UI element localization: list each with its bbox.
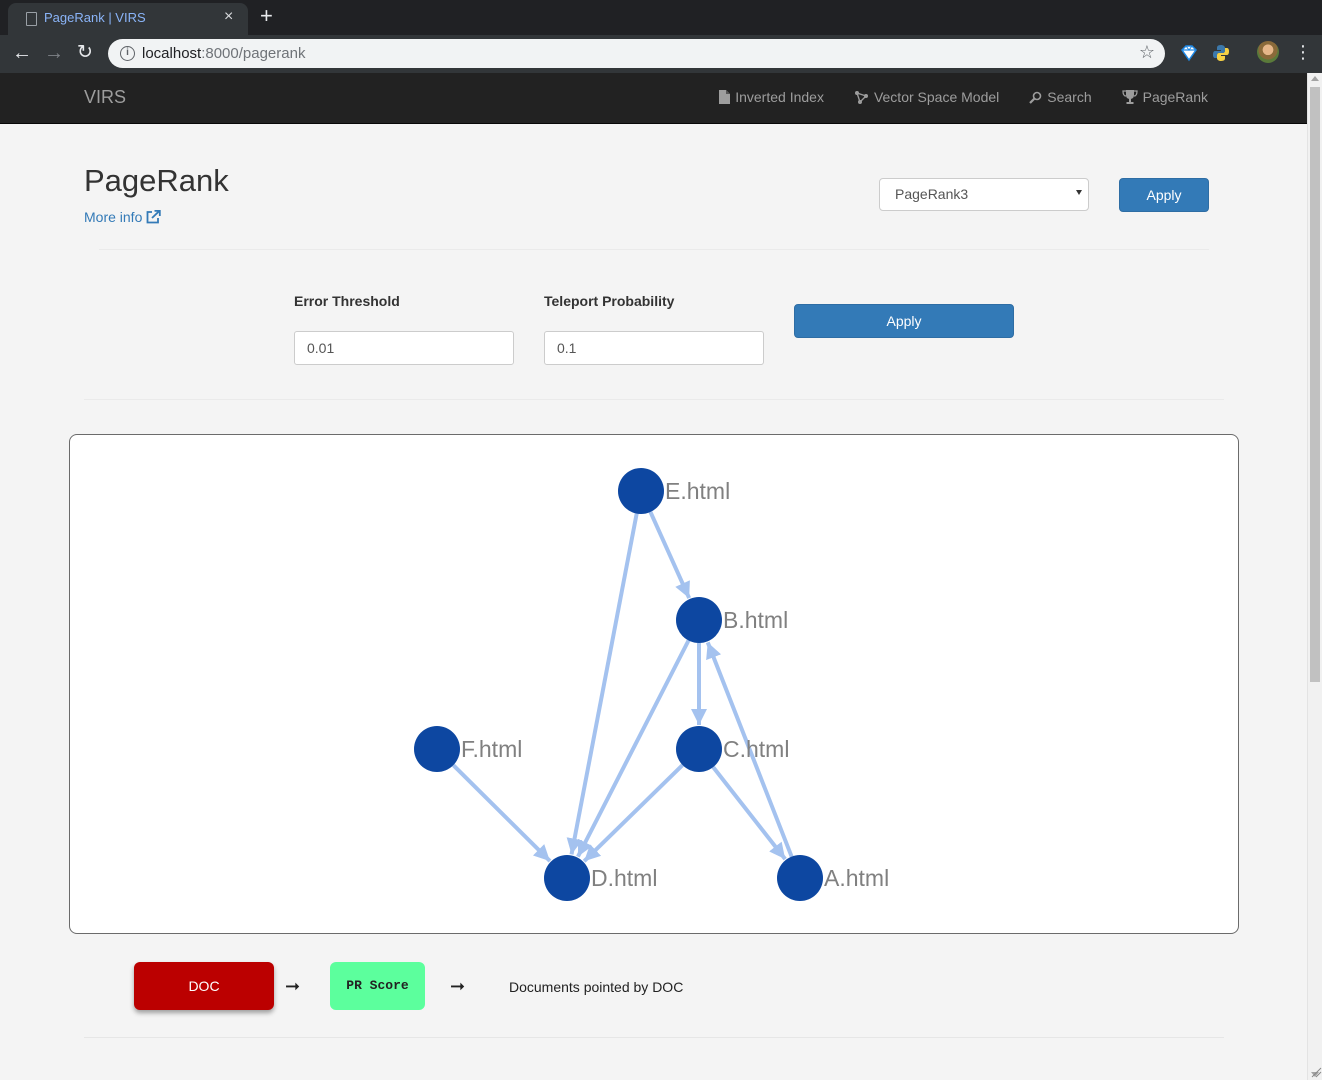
graph-node-E[interactable] [618,468,664,514]
graph-node-label-F: F.html [461,736,522,762]
brand-logo[interactable]: VIRS [84,87,126,108]
teleport-probability-label: Teleport Probability [544,293,675,309]
trophy-icon [1121,90,1138,104]
arrow-right-icon: ➞ [450,976,466,996]
page-scrollbar[interactable] [1307,73,1322,1080]
file-icon [719,90,731,104]
address-bar[interactable]: i localhost:8000/pagerank ☆ [108,39,1165,68]
graph-edge-E-B [648,511,691,599]
scroll-up-arrow-icon[interactable] [1311,76,1319,81]
nav-vector-space-model[interactable]: Vector Space Model [854,89,999,105]
legend-description: Documents pointed by DOC [509,979,684,995]
site-info-icon[interactable]: i [120,46,135,61]
external-link-icon [146,210,162,224]
graph-node-label-C: C.html [723,736,789,762]
page-favicon-icon [26,12,37,26]
resize-grip-icon[interactable] [1310,1066,1322,1078]
apply-parameters-button[interactable]: Apply [794,304,1014,338]
apply-algorithm-button[interactable]: Apply [1119,178,1209,212]
page-title: PageRank [84,163,229,198]
algorithm-select[interactable]: PageRank3 [879,178,1089,211]
teleport-probability-input[interactable]: 0.1 [544,331,764,365]
algorithm-select-value: PageRank3 [895,186,969,202]
pagerank-graph-panel[interactable]: E.html B.html F.html C.html D.html A.html [69,434,1239,934]
more-info-label: More info [84,209,143,225]
tab-close-icon[interactable]: × [224,8,233,26]
graph-edge-B-D [576,639,691,858]
url-text[interactable]: localhost:8000/pagerank [142,45,305,62]
nav-vector-space-model-label: Vector Space Model [873,89,1000,105]
back-button[interactable]: ← [12,41,32,65]
graph-node-F[interactable] [414,726,460,772]
error-threshold-label: Error Threshold [294,293,400,309]
select-caret-icon [1076,190,1082,195]
graph-node-label-D: D.html [591,865,657,891]
divider [84,399,1224,400]
browser-tab-strip: PageRank | VIRS × + [0,0,1322,35]
legend-pr-score: PR Score [330,962,425,1010]
graph-edge-F-D [451,763,552,863]
divider [99,249,1209,250]
reload-button[interactable]: ↻ [77,41,93,65]
graph-node-label-E: E.html [665,478,730,504]
nav-search[interactable]: Search [1029,89,1092,105]
network-icon [854,91,868,104]
nav-inverted-index[interactable]: Inverted Index [718,89,824,105]
graph-node-label-A: A.html [824,865,889,891]
new-tab-button[interactable]: + [260,3,273,29]
browser-menu-icon[interactable]: ⋮ [1294,41,1312,63]
browser-tab[interactable]: PageRank | VIRS × [8,3,248,35]
gem-extension-icon[interactable] [1180,44,1198,62]
zoom-icon [1029,91,1042,104]
browser-toolbar: ← → ↻ i localhost:8000/pagerank ☆ ⋮ [0,35,1322,73]
graph-node-D[interactable] [544,855,590,901]
url-host: localhost [142,45,202,62]
graph-node-B[interactable] [676,597,722,643]
app-navbar: VIRS Inverted Index Vector Space Model S… [0,73,1307,124]
tab-title: PageRank | VIRS [44,10,146,25]
profile-avatar[interactable] [1257,41,1279,63]
error-threshold-input[interactable]: 0.01 [294,331,514,365]
forward-button[interactable]: → [44,41,64,65]
divider [84,1037,1224,1038]
graph-node-C[interactable] [676,726,722,772]
graph-node-label-B: B.html [723,607,788,633]
bookmark-star-icon[interactable]: ☆ [1139,42,1155,63]
nav-inverted-index-label: Inverted Index [735,89,824,105]
more-info-link[interactable]: More info [84,209,162,225]
legend-doc-node: DOC [134,962,274,1010]
arrow-right-icon: ➞ [285,976,301,996]
nav-pagerank[interactable]: PageRank [1121,89,1208,105]
nav-links: Inverted Index Vector Space Model Search… [688,89,1208,105]
nav-search-label: Search [1047,89,1092,105]
url-path: :8000/pagerank [201,45,306,62]
graph-node-A[interactable] [777,855,823,901]
pagerank-graph[interactable]: E.html B.html F.html C.html D.html A.html [70,435,1238,933]
scroll-thumb[interactable] [1310,87,1320,682]
python-extension-icon[interactable] [1212,44,1230,62]
nav-pagerank-label: PageRank [1142,89,1208,105]
